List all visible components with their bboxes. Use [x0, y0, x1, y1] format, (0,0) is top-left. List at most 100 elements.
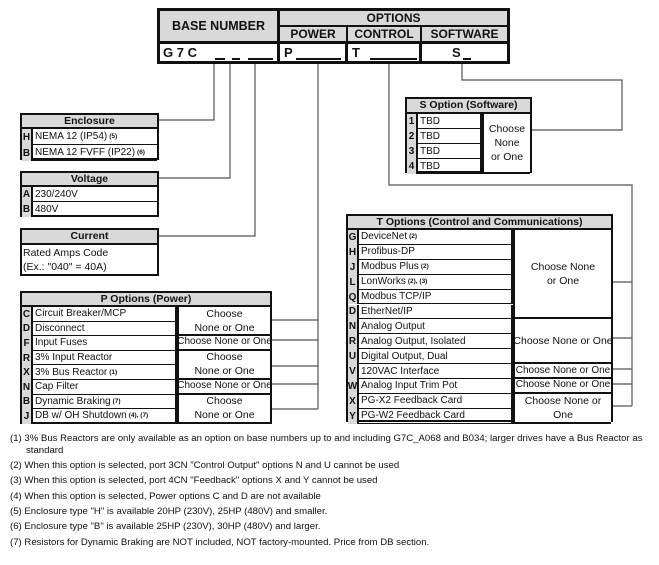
option-row: H Profibus-DP: [348, 244, 513, 260]
choose-none-or-one: Choose None or One: [513, 230, 611, 320]
option-label: TBD: [418, 129, 482, 144]
option-code: D: [22, 321, 33, 337]
option-row: U Digital Output, Dual: [348, 349, 513, 365]
option-label: Disconnect: [33, 321, 177, 337]
base-number-heading: BASE NUMBER: [160, 11, 280, 44]
option-label-text: Analog Output, Isolated: [361, 335, 466, 347]
option-label-text: Analog Output: [361, 320, 425, 332]
option-label: Circuit Breaker/MCP: [33, 307, 177, 322]
option-label-text: Input Fuses: [35, 337, 88, 349]
option-code: 2: [407, 129, 418, 144]
option-row: 1 TBD: [407, 114, 482, 129]
option-code: N: [22, 380, 33, 395]
option-code: 1: [407, 114, 418, 129]
option-label-text: Digital Output, Dual: [361, 350, 448, 362]
option-label-text: Disconnect: [35, 322, 85, 334]
option-label: LonWorks (2), (3): [359, 274, 513, 290]
option-label-text: PG-X2 Feedback Card: [361, 395, 463, 407]
option-code: J: [22, 409, 33, 424]
option-row: 3 TBD: [407, 144, 482, 159]
option-label: 120VAC Interface: [359, 364, 513, 379]
enclosure-connector: [158, 63, 215, 121]
choose-none-or-one: Choose None or One: [177, 336, 272, 351]
option-code: H: [348, 244, 359, 260]
option-code: F: [22, 336, 33, 351]
option-code: X: [22, 365, 33, 380]
blank: [463, 58, 471, 60]
choose-none-or-one: Choose None or One: [177, 307, 270, 337]
option-label: 3% Bus Reactor (1): [33, 365, 177, 380]
option-label-text: TBD: [420, 115, 440, 127]
footnote-ref: (1): [109, 368, 118, 376]
s-options-table: S Option (Software) 1 TBD 2 TBD 3 TBD 4 TBD Choos…: [405, 97, 532, 174]
footnote-ref: (7): [112, 397, 121, 405]
option-label-text: LonWorks: [361, 276, 406, 288]
option-row: X 3% Bus Reactor (1): [22, 365, 177, 380]
software-value: S: [452, 45, 461, 60]
option-label: NEMA 12 FVFF (IP22) (6): [33, 145, 157, 161]
current-line-2: (Ex.: "040" = 40A): [23, 261, 107, 273]
choose-none-or-one: Choose None or One: [177, 380, 272, 395]
option-label: PG-W2 Feedback Card: [359, 408, 513, 424]
option-row: L LonWorks (2), (3): [348, 274, 513, 290]
blank: [248, 58, 273, 60]
option-label: NEMA 12 (IP54) (5): [33, 129, 157, 145]
option-row: W Analog Input Trim Pot: [348, 379, 513, 394]
p-options-title: P Options (Power): [22, 293, 270, 307]
option-label-text: EtherNet/IP: [361, 305, 413, 317]
footnote: (1) 3% Bus Reactors are only available a…: [10, 433, 643, 456]
option-label: EtherNet/IP: [359, 304, 513, 320]
footnote: (2) When this option is selected, port 3…: [10, 460, 400, 471]
option-code: Q: [348, 289, 359, 305]
option-code: B: [22, 202, 33, 217]
option-label: DB w/ OH Shutdown (4), (7): [33, 409, 177, 424]
choose-none-or-one: Choose None or One: [513, 393, 611, 424]
footnote-ref: (2): [420, 263, 429, 271]
option-label: Analog Output: [359, 319, 513, 335]
blank: [370, 58, 417, 60]
option-row: A 230/240V: [22, 187, 157, 202]
option-label: Modbus Plus (2): [359, 259, 513, 275]
option-row: C Circuit Breaker/MCP: [22, 307, 177, 322]
current-connector: [158, 63, 256, 237]
t-options-table: T Options (Control and Communications) G D…: [346, 214, 613, 424]
option-row: D EtherNet/IP: [348, 304, 513, 320]
choose-none-or-one: Choose None or One: [513, 379, 611, 394]
footnote: (3) When this option is selected, port 4…: [10, 475, 378, 486]
option-label: PG-X2 Feedback Card: [359, 393, 513, 409]
choose-none-or-one: Choose None or One: [177, 350, 270, 380]
option-code: X: [348, 393, 359, 409]
option-row: Q Modbus TCP/IP: [348, 289, 513, 305]
blank: [232, 58, 240, 60]
footnote-ref: (4), (7): [128, 412, 149, 420]
option-row: R 3% Input Reactor: [22, 350, 177, 366]
choose-none-or-one: Choose None or One: [513, 364, 611, 379]
option-code: G: [348, 230, 359, 245]
option-label: Digital Output, Dual: [359, 349, 513, 365]
current-title: Current: [22, 230, 157, 245]
option-code: B: [22, 394, 33, 410]
footnote: (6) Enclosure type "B" is available 25HP…: [10, 521, 321, 532]
option-row: D Disconnect: [22, 321, 177, 337]
option-row: X PG-X2 Feedback Card: [348, 393, 513, 409]
s-options-title: S Option (Software): [407, 99, 530, 114]
option-label: DeviceNet (2): [359, 230, 513, 245]
option-label-text: Modbus Plus: [361, 261, 419, 273]
option-label: Cap Filter: [33, 380, 177, 395]
option-label: TBD: [418, 159, 482, 174]
option-label: Profibus-DP: [359, 244, 513, 260]
choose-none-or-one: Choose None or One: [513, 319, 613, 365]
model-number-diagram: BASE NUMBER OPTIONS POWER CONTROL SOFTWA…: [0, 0, 659, 565]
option-label: Modbus TCP/IP: [359, 289, 513, 305]
t-options-title: T Options (Control and Communications): [348, 216, 611, 230]
option-label-text: NEMA 12 FVFF (IP22): [35, 147, 136, 158]
options-heading: OPTIONS: [280, 11, 507, 27]
option-code: D: [348, 304, 359, 320]
option-label-text: Cap Filter: [35, 381, 79, 393]
footnote: (7) Resistors for Dynamic Braking are NO…: [10, 537, 430, 548]
option-row: H NEMA 12 (IP54) (5): [22, 129, 157, 145]
base-number-value: G 7 C: [163, 45, 197, 60]
footnote: (4) When this option is selected, Power …: [10, 491, 321, 502]
option-code: U: [348, 349, 359, 365]
option-row: J Modbus Plus (2): [348, 259, 513, 275]
